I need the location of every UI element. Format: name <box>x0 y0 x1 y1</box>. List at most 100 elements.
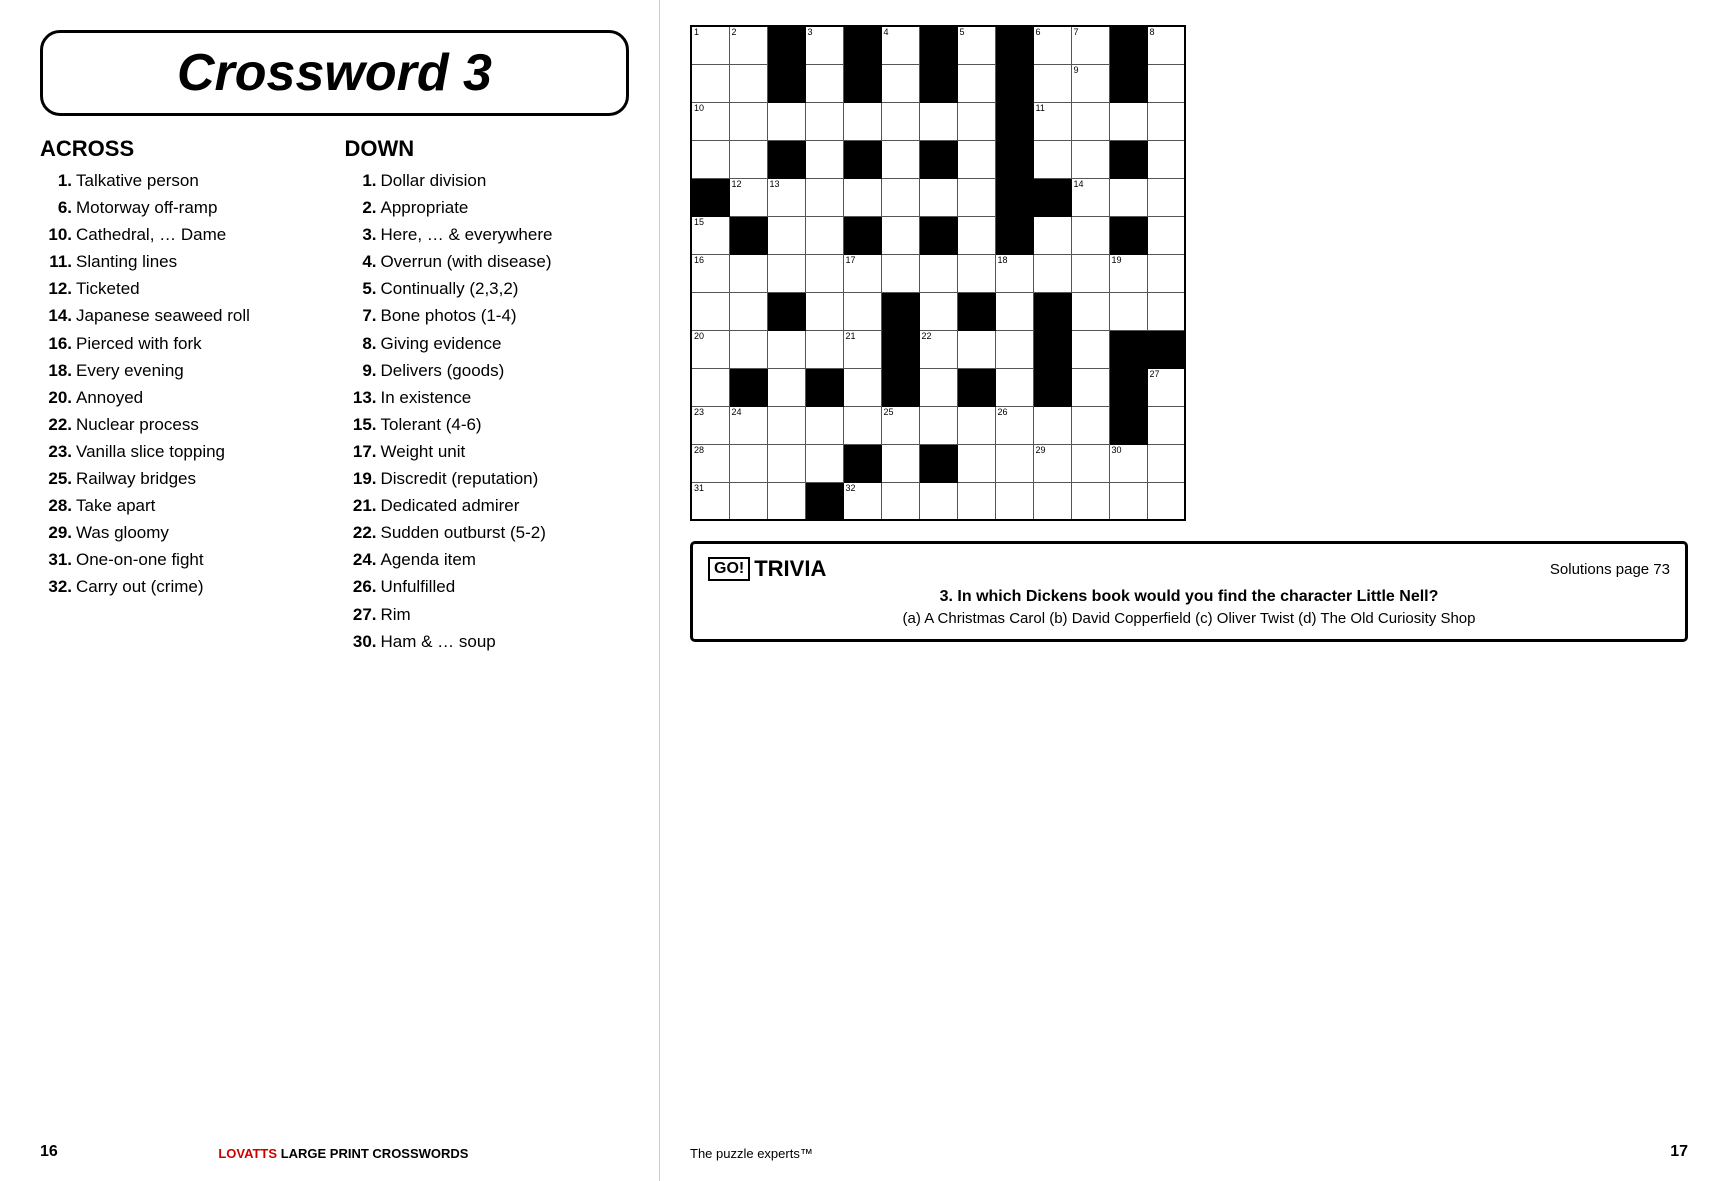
clue-number: 27. <box>345 604 377 626</box>
across-clue-item: 23.Vanilla slice topping <box>40 441 325 463</box>
grid-cell: 25 <box>881 406 919 444</box>
down-heading: DOWN <box>345 136 630 162</box>
grid-cell <box>729 292 767 330</box>
clue-number: 11. <box>40 251 72 273</box>
grid-cell <box>1033 64 1071 102</box>
clue-text: Discredit (reputation) <box>381 468 630 490</box>
across-clue-item: 14.Japanese seaweed roll <box>40 305 325 327</box>
crossword-grid: 1234567891011121314151617181920212227232… <box>690 25 1186 521</box>
grid-cell <box>1071 482 1109 520</box>
cell-number: 18 <box>998 256 1008 265</box>
grid-cell <box>1109 216 1147 254</box>
grid-cell <box>957 330 995 368</box>
clue-number: 29. <box>40 522 72 544</box>
cell-number: 5 <box>960 28 965 37</box>
across-clue-item: 11.Slanting lines <box>40 251 325 273</box>
grid-cell <box>919 406 957 444</box>
clue-text: Bone photos (1-4) <box>381 305 630 327</box>
cell-number: 30 <box>1112 446 1122 455</box>
grid-cell <box>1147 140 1185 178</box>
cell-number: 4 <box>884 28 889 37</box>
right-footer-tagline: The puzzle experts™ <box>690 1146 813 1161</box>
grid-cell: 6 <box>1033 26 1071 64</box>
clue-text: Cathedral, … Dame <box>76 224 325 246</box>
clue-number: 3. <box>345 224 377 246</box>
clue-text: Vanilla slice topping <box>76 441 325 463</box>
cell-number: 20 <box>694 332 704 341</box>
clue-number: 22. <box>345 522 377 544</box>
clue-text: Slanting lines <box>76 251 325 273</box>
across-clue-item: 25.Railway bridges <box>40 468 325 490</box>
grid-cell <box>1147 444 1185 482</box>
grid-cell <box>881 140 919 178</box>
grid-cell: 16 <box>691 254 729 292</box>
grid-cell <box>767 444 805 482</box>
grid-cell <box>881 64 919 102</box>
cell-number: 8 <box>1150 28 1155 37</box>
grid-cell <box>995 140 1033 178</box>
grid-cell <box>729 216 767 254</box>
grid-cell: 20 <box>691 330 729 368</box>
grid-cell: 27 <box>1147 368 1185 406</box>
across-clue-item: 29.Was gloomy <box>40 522 325 544</box>
grid-cell <box>805 102 843 140</box>
grid-cell <box>995 64 1033 102</box>
grid-cell: 29 <box>1033 444 1071 482</box>
grid-cell: 28 <box>691 444 729 482</box>
crossword-title: Crossword 3 <box>63 43 606 103</box>
grid-cell: 7 <box>1071 26 1109 64</box>
grid-cell <box>957 102 995 140</box>
trivia-label: TRIVIA <box>754 556 826 582</box>
grid-cell <box>1147 406 1185 444</box>
grid-cell <box>843 406 881 444</box>
page-number-right-actual: 17 <box>1670 1143 1688 1161</box>
grid-cell <box>957 368 995 406</box>
clue-number: 9. <box>345 360 377 382</box>
grid-cell <box>1109 368 1147 406</box>
down-clue-item: 15.Tolerant (4-6) <box>345 414 630 436</box>
grid-cell <box>995 102 1033 140</box>
grid-cell: 15 <box>691 216 729 254</box>
clue-number: 18. <box>40 360 72 382</box>
grid-cell <box>805 368 843 406</box>
grid-cell <box>843 64 881 102</box>
grid-cell <box>1109 178 1147 216</box>
clue-text: Unfulfilled <box>381 576 630 598</box>
clue-text: Talkative person <box>76 170 325 192</box>
cell-number: 24 <box>732 408 742 417</box>
cell-number: 19 <box>1112 256 1122 265</box>
clue-number: 31. <box>40 549 72 571</box>
cell-number: 32 <box>846 484 856 493</box>
grid-cell <box>1147 254 1185 292</box>
across-clue-item: 22.Nuclear process <box>40 414 325 436</box>
clue-text: Appropriate <box>381 197 630 219</box>
cell-number: 16 <box>694 256 704 265</box>
grid-cell <box>1071 292 1109 330</box>
clue-text: Weight unit <box>381 441 630 463</box>
grid-cell: 13 <box>767 178 805 216</box>
down-clue-item: 19.Discredit (reputation) <box>345 468 630 490</box>
across-clue-item: 20.Annoyed <box>40 387 325 409</box>
grid-cell: 26 <box>995 406 1033 444</box>
grid-cell <box>1109 140 1147 178</box>
grid-cell: 14 <box>1071 178 1109 216</box>
grid-cell <box>843 102 881 140</box>
right-page: 1234567891011121314151617181920212227232… <box>660 0 1718 1181</box>
clue-text: Overrun (with disease) <box>381 251 630 273</box>
clue-text: Giving evidence <box>381 333 630 355</box>
footer-brand: LOVATTS <box>218 1146 277 1161</box>
grid-cell <box>1147 292 1185 330</box>
grid-cell <box>691 368 729 406</box>
grid-cell <box>767 26 805 64</box>
grid-cell <box>1109 482 1147 520</box>
grid-cell <box>1109 64 1147 102</box>
clue-number: 1. <box>40 170 72 192</box>
grid-cell <box>995 330 1033 368</box>
clue-text: Rim <box>381 604 630 626</box>
clue-text: Carry out (crime) <box>76 576 325 598</box>
clue-text: Railway bridges <box>76 468 325 490</box>
grid-cell: 32 <box>843 482 881 520</box>
grid-cell: 5 <box>957 26 995 64</box>
footer-center: LOVATTS LARGE PRINT CROSSWORDS <box>218 1146 468 1161</box>
clue-text: Tolerant (4-6) <box>381 414 630 436</box>
